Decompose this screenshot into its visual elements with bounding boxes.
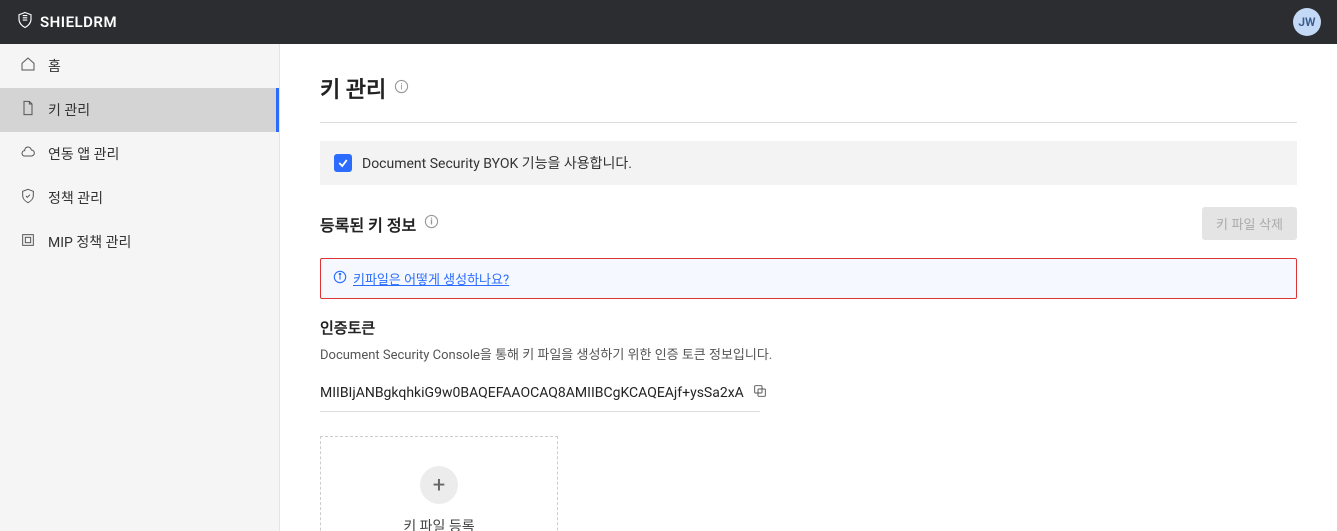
shield-check-icon <box>20 188 36 208</box>
page-title: 키 관리 <box>320 72 386 104</box>
token-value: MIIBIjANBgkqhkiG9w0BAQEFAAOCAQ8AMIIBCgKC… <box>320 385 744 401</box>
sidebar: 홈 키 관리 연동 앱 관리 정책 관리 MIP 정책 관리 <box>0 44 280 531</box>
user-avatar[interactable]: JW <box>1293 8 1321 36</box>
brand-logo: SHIELDRM <box>16 11 117 33</box>
info-outline-icon <box>333 269 347 288</box>
copy-icon[interactable] <box>752 383 768 403</box>
help-link[interactable]: 키파일은 어떻게 생성하나요? <box>353 269 509 288</box>
dropzone-label: 키 파일 등록 <box>403 516 474 531</box>
user-initials: JW <box>1298 15 1315 29</box>
key-file-upload-dropzone[interactable]: + 키 파일 등록 <box>320 436 558 531</box>
delete-key-file-button[interactable]: 키 파일 삭제 <box>1202 207 1297 240</box>
sidebar-item-linked-apps[interactable]: 연동 앱 관리 <box>0 132 279 176</box>
svg-text:i: i <box>401 81 403 92</box>
section-title: 등록된 키 정보 <box>320 212 416 236</box>
sidebar-item-label: MIP 정책 관리 <box>48 232 131 252</box>
title-row: 키 관리 i <box>320 72 1297 104</box>
main-content: 키 관리 i Document Security BYOK 기능을 사용합니다.… <box>280 44 1337 531</box>
sidebar-item-label: 키 관리 <box>48 100 90 120</box>
brand-name: SHIELDRM <box>40 13 117 31</box>
sidebar-item-home[interactable]: 홈 <box>0 44 279 88</box>
info-icon[interactable]: i <box>394 79 409 98</box>
token-title: 인증토큰 <box>320 317 1297 338</box>
plus-icon: + <box>420 466 458 504</box>
key-file-icon <box>20 100 36 120</box>
divider <box>320 122 1297 123</box>
section-header-row: 등록된 키 정보 i 키 파일 삭제 <box>320 207 1297 240</box>
svg-text:i: i <box>431 216 433 227</box>
byok-label: Document Security BYOK 기능을 사용합니다. <box>362 153 632 173</box>
shield-icon <box>16 11 34 33</box>
help-box: 키파일은 어떻게 생성하나요? <box>320 258 1297 299</box>
square-icon <box>20 232 36 252</box>
sidebar-item-mip-policy[interactable]: MIP 정책 관리 <box>0 220 279 264</box>
byok-checkbox-row[interactable]: Document Security BYOK 기능을 사용합니다. <box>320 141 1297 185</box>
home-icon <box>20 56 36 76</box>
checkbox-checked-icon[interactable] <box>334 154 352 172</box>
token-description: Document Security Console을 통해 키 파일을 생성하기… <box>320 344 1297 363</box>
section-title-group: 등록된 키 정보 i <box>320 212 439 236</box>
sidebar-item-label: 홈 <box>48 56 61 76</box>
sidebar-item-policy[interactable]: 정책 관리 <box>0 176 279 220</box>
info-icon[interactable]: i <box>424 214 439 233</box>
app-header: SHIELDRM JW <box>0 0 1337 44</box>
sidebar-item-label: 정책 관리 <box>48 188 103 208</box>
token-value-row: MIIBIjANBgkqhkiG9w0BAQEFAAOCAQ8AMIIBCgKC… <box>320 383 1297 403</box>
cloud-icon <box>20 144 36 164</box>
layout: 홈 키 관리 연동 앱 관리 정책 관리 MIP 정책 관리 키 관리 i <box>0 44 1337 531</box>
sidebar-item-label: 연동 앱 관리 <box>48 144 119 164</box>
token-divider <box>320 411 760 412</box>
sidebar-item-key-management[interactable]: 키 관리 <box>0 88 279 132</box>
